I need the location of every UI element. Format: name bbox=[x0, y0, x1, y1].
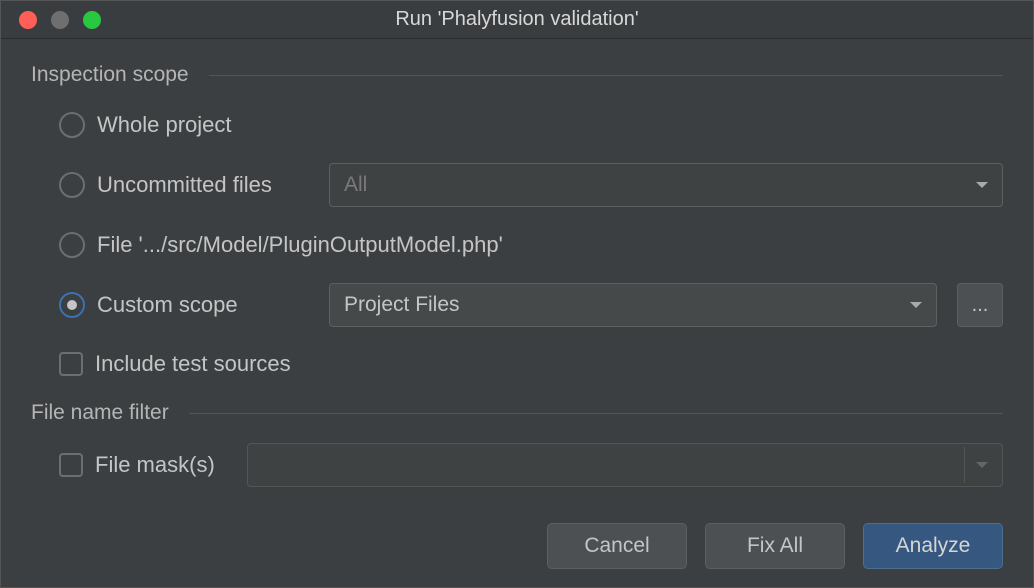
chevron-down-icon bbox=[976, 182, 988, 188]
window-controls bbox=[1, 11, 101, 29]
custom-scope-radio[interactable] bbox=[59, 292, 85, 318]
close-window-button[interactable] bbox=[19, 11, 37, 29]
file-mask-checkbox[interactable] bbox=[59, 453, 83, 477]
dialog-window: Run 'Phalyfusion validation' Inspection … bbox=[0, 0, 1034, 588]
inspection-scope-header: Inspection scope bbox=[31, 63, 1003, 87]
minimize-window-button[interactable] bbox=[51, 11, 69, 29]
fix-all-label: Fix All bbox=[747, 534, 803, 558]
button-row: Cancel Fix All Analyze bbox=[31, 499, 1003, 569]
custom-scope-value: Project Files bbox=[344, 293, 460, 317]
chevron-down-icon bbox=[976, 462, 988, 468]
dialog-content: Inspection scope Whole project Uncommitt… bbox=[1, 39, 1033, 587]
file-name-filter-header: File name filter bbox=[31, 401, 1003, 425]
analyze-button[interactable]: Analyze bbox=[863, 523, 1003, 569]
browse-label: ... bbox=[972, 294, 989, 317]
divider bbox=[189, 413, 1003, 414]
custom-scope-label: Custom scope bbox=[97, 292, 317, 318]
maximize-window-button[interactable] bbox=[83, 11, 101, 29]
file-row: File '.../src/Model/PluginOutputModel.ph… bbox=[59, 225, 1003, 265]
include-test-sources-checkbox[interactable] bbox=[59, 352, 83, 376]
window-title: Run 'Phalyfusion validation' bbox=[1, 8, 1033, 31]
file-mask-label: File mask(s) bbox=[95, 452, 235, 478]
file-radio[interactable] bbox=[59, 232, 85, 258]
file-mask-select[interactable] bbox=[247, 443, 1003, 487]
browse-scope-button[interactable]: ... bbox=[957, 283, 1003, 327]
file-name-filter-label: File name filter bbox=[31, 401, 169, 425]
custom-scope-row: Custom scope Project Files ... bbox=[59, 283, 1003, 327]
scope-radio-group: Whole project Uncommitted files All File… bbox=[31, 105, 1003, 327]
whole-project-row: Whole project bbox=[59, 105, 1003, 145]
titlebar: Run 'Phalyfusion validation' bbox=[1, 1, 1033, 39]
include-test-sources-label: Include test sources bbox=[95, 351, 291, 377]
file-mask-row: File mask(s) bbox=[31, 443, 1003, 487]
chevron-down-icon bbox=[910, 302, 922, 308]
uncommitted-files-row: Uncommitted files All bbox=[59, 163, 1003, 207]
custom-scope-select[interactable]: Project Files bbox=[329, 283, 937, 327]
uncommitted-select-value: All bbox=[344, 173, 367, 197]
include-test-sources-row: Include test sources bbox=[31, 351, 1003, 377]
file-label: File '.../src/Model/PluginOutputModel.ph… bbox=[97, 232, 503, 258]
uncommitted-files-label: Uncommitted files bbox=[97, 172, 317, 198]
divider bbox=[209, 75, 1003, 76]
file-mask-chevron-box bbox=[964, 447, 998, 483]
whole-project-label: Whole project bbox=[97, 112, 232, 138]
inspection-scope-label: Inspection scope bbox=[31, 63, 189, 87]
uncommitted-files-select[interactable]: All bbox=[329, 163, 1003, 207]
whole-project-radio[interactable] bbox=[59, 112, 85, 138]
fix-all-button[interactable]: Fix All bbox=[705, 523, 845, 569]
cancel-button[interactable]: Cancel bbox=[547, 523, 687, 569]
analyze-label: Analyze bbox=[896, 534, 971, 558]
uncommitted-files-radio[interactable] bbox=[59, 172, 85, 198]
cancel-label: Cancel bbox=[584, 534, 649, 558]
